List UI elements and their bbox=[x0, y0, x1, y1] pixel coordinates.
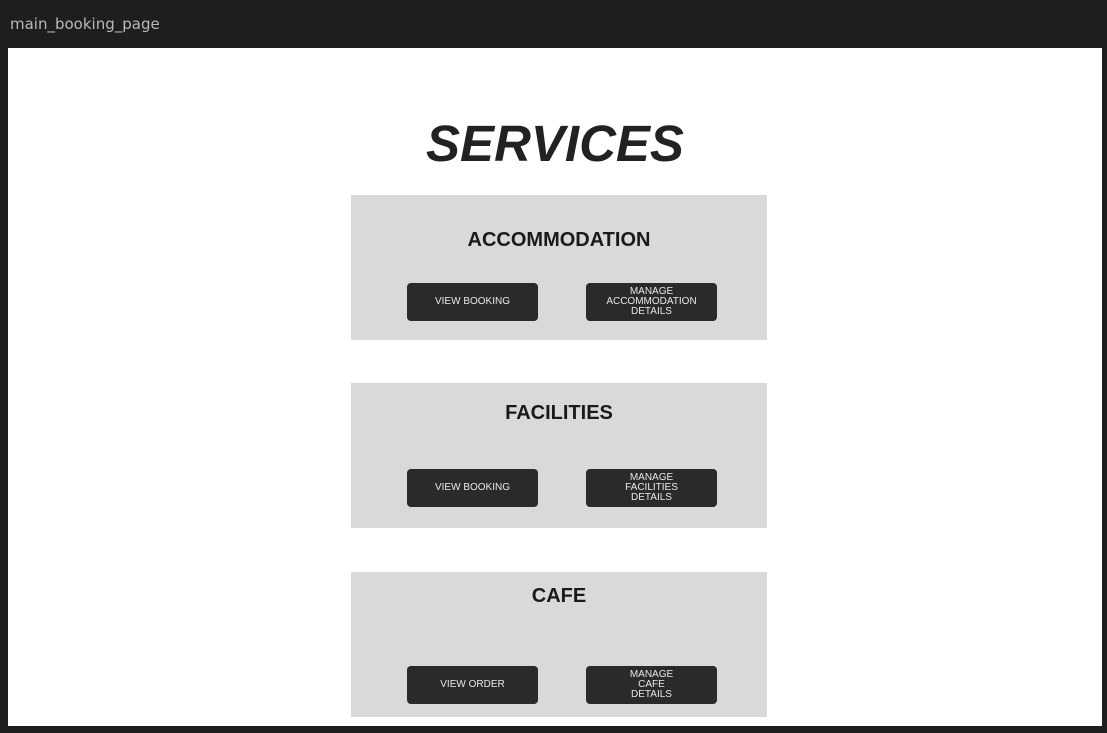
view-facilities-booking-label: VIEW BOOKING bbox=[434, 482, 510, 493]
manage-facilities-label-line-3: DETAILS bbox=[631, 492, 672, 503]
facilities-card: FACILITIES VIEW BOOKING MANAGE FACILITIE… bbox=[351, 383, 767, 528]
view-cafe-order-label: VIEW ORDER bbox=[440, 679, 505, 690]
booking-page-canvas: SERVICES ACCOMMODATION VIEW BOOKING MANA… bbox=[8, 48, 1102, 726]
cafe-card: CAFE VIEW ORDER MANAGE CAFE DETAILS bbox=[351, 572, 767, 717]
accommodation-card-title: ACCOMMODATION bbox=[467, 229, 651, 251]
page-title: SERVICES bbox=[426, 115, 684, 172]
manage-cafe-details-button[interactable]: MANAGE CAFE DETAILS bbox=[586, 666, 717, 704]
accommodation-card: ACCOMMODATION VIEW BOOKING MANAGE ACCOMM… bbox=[351, 195, 767, 340]
view-accommodation-booking-button[interactable]: VIEW BOOKING bbox=[407, 283, 538, 321]
manage-accommodation-details-button[interactable]: MANAGE ACCOMMODATION DETAILS bbox=[586, 283, 717, 321]
manage-facilities-details-button[interactable]: MANAGE FACILITIES DETAILS bbox=[586, 469, 717, 507]
view-cafe-order-button[interactable]: VIEW ORDER bbox=[407, 666, 538, 704]
facilities-card-title: FACILITIES bbox=[505, 402, 613, 424]
window-title: main_booking_page bbox=[10, 15, 160, 33]
manage-accommodation-label-line-3: DETAILS bbox=[631, 306, 672, 317]
view-facilities-booking-button[interactable]: VIEW BOOKING bbox=[407, 469, 538, 507]
app-window: main_booking_page SERVICES ACCOMMODATION… bbox=[0, 0, 1107, 733]
manage-cafe-label-line-3: DETAILS bbox=[631, 689, 672, 700]
view-accommodation-booking-label: VIEW BOOKING bbox=[434, 296, 510, 307]
cafe-card-title: CAFE bbox=[531, 585, 587, 607]
